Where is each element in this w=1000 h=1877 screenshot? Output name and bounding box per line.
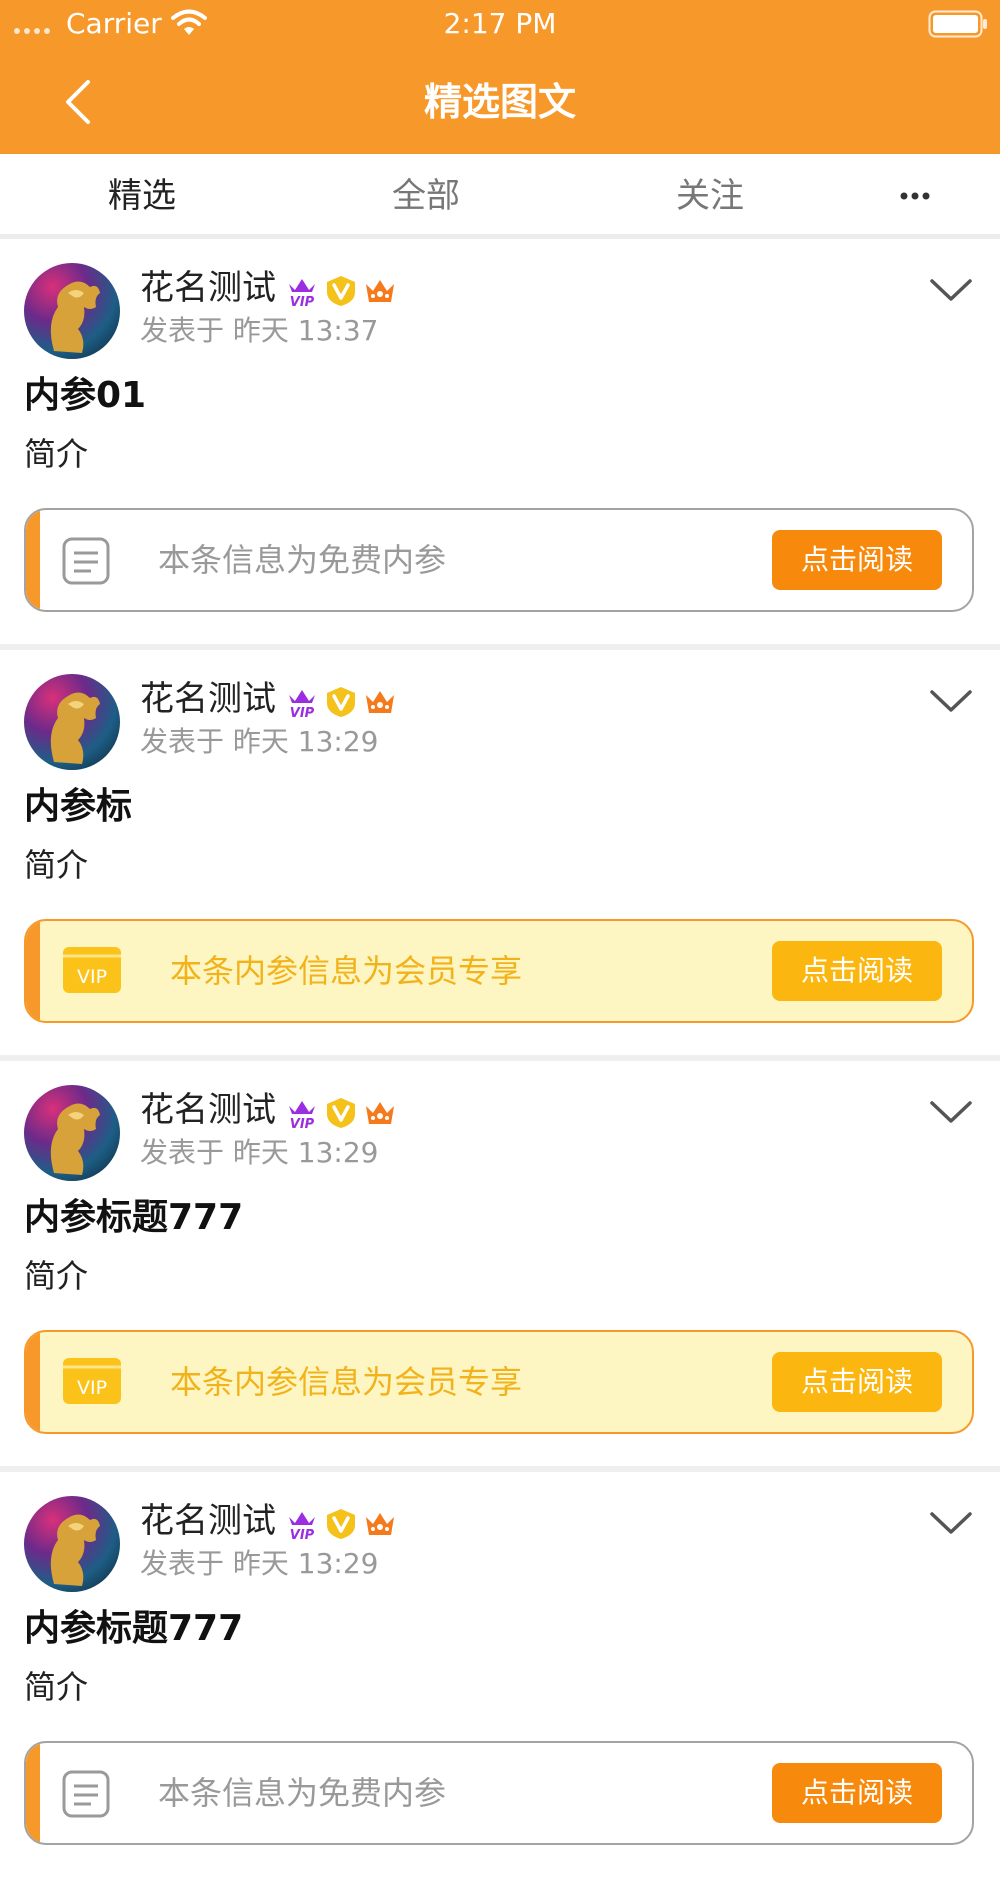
tab-bar: 精选 全部 关注	[0, 154, 1000, 239]
app-header: Carrier 2:17 PM 精选图文	[0, 0, 1000, 154]
post-summary: 简介	[24, 435, 89, 473]
vip-card-label: VIP	[77, 966, 107, 988]
author-name[interactable]: 花名测试	[140, 267, 276, 309]
page-title: 精选图文	[423, 80, 576, 124]
post-feed: 花名测试 VIP 发表于 昨天 13:37 内参01 简介 本条信息为免费内参 …	[0, 239, 1000, 1877]
avatar[interactable]	[24, 674, 120, 770]
post-card[interactable]: 花名测试 VIP 发表于 昨天 13:29 内参标题777 简介 VIP 本条内…	[0, 1055, 1000, 1466]
vip-crown-badge-icon: VIP	[289, 279, 315, 308]
svg-text:VIP: VIP	[290, 706, 315, 719]
chevron-down-icon[interactable]	[928, 1508, 974, 1538]
crown-badge-icon	[366, 280, 394, 302]
avatar[interactable]	[24, 1496, 120, 1592]
read-button[interactable]: 点击阅读	[772, 1763, 942, 1823]
v-verified-badge-icon	[327, 276, 355, 306]
badge-group: VIP	[284, 1506, 398, 1542]
free-content-box[interactable]: 本条信息为免费内参 点击阅读	[24, 1741, 974, 1845]
post-time: 发表于 昨天 13:29	[140, 725, 379, 758]
tab-featured[interactable]: 精选	[0, 154, 284, 238]
avatar[interactable]	[24, 263, 120, 359]
vip-card-icon: VIP	[63, 1358, 121, 1404]
v-verified-badge-icon	[327, 1509, 355, 1539]
chevron-down-icon[interactable]	[928, 275, 974, 305]
post-title[interactable]: 内参标题777	[24, 1606, 243, 1652]
chevron-down-icon[interactable]	[928, 686, 974, 716]
author-name[interactable]: 花名测试	[140, 1500, 276, 1542]
post-time: 发表于 昨天 13:37	[140, 314, 379, 347]
free-content-box[interactable]: 本条信息为免费内参 点击阅读	[24, 508, 974, 612]
box-accent-bar	[26, 1332, 40, 1432]
read-button[interactable]: 点击阅读	[772, 941, 942, 1001]
clock: 2:17 PM	[443, 7, 557, 40]
post-title[interactable]: 内参标题777	[24, 1195, 243, 1241]
document-icon	[62, 1770, 110, 1818]
box-accent-bar	[26, 1743, 40, 1843]
post-title[interactable]: 内参01	[24, 373, 146, 419]
svg-text:VIP: VIP	[290, 295, 315, 308]
post-card[interactable]: 花名测试 VIP 发表于 昨天 13:29 内参标题777 简介 本条信息为免费…	[0, 1466, 1000, 1877]
crown-badge-icon	[366, 691, 394, 713]
post-summary: 简介	[24, 846, 89, 884]
read-button[interactable]: 点击阅读	[772, 1352, 942, 1412]
author-name[interactable]: 花名测试	[140, 678, 276, 720]
vip-card-label: VIP	[77, 1377, 107, 1399]
vip-crown-badge-icon: VIP	[289, 1101, 315, 1130]
vip-content-box[interactable]: VIP 本条内参信息为会员专享 点击阅读	[24, 919, 974, 1023]
tab-following[interactable]: 关注	[568, 154, 852, 238]
crown-badge-icon	[366, 1513, 394, 1535]
post-card[interactable]: 花名测试 VIP 发表于 昨天 13:37 内参01 简介 本条信息为免费内参 …	[0, 239, 1000, 644]
vip-card-icon: VIP	[63, 947, 121, 993]
svg-text:VIP: VIP	[290, 1117, 315, 1130]
box-accent-bar	[26, 510, 40, 610]
status-bar: Carrier 2:17 PM	[0, 0, 1000, 48]
box-message: 本条内参信息为会员专享	[170, 1363, 523, 1401]
post-summary: 简介	[24, 1668, 89, 1706]
avatar[interactable]	[24, 1085, 120, 1181]
tab-all[interactable]: 全部	[284, 154, 568, 238]
box-message: 本条内参信息为会员专享	[170, 952, 523, 990]
badge-group: VIP	[284, 684, 398, 720]
document-icon	[62, 537, 110, 585]
vip-crown-badge-icon: VIP	[289, 690, 315, 719]
svg-text:VIP: VIP	[290, 1528, 315, 1541]
box-accent-bar	[26, 921, 40, 1021]
more-dots-icon[interactable]	[880, 174, 950, 218]
post-time: 发表于 昨天 13:29	[140, 1136, 379, 1169]
post-title[interactable]: 内参标	[24, 784, 132, 830]
vip-content-box[interactable]: VIP 本条内参信息为会员专享 点击阅读	[24, 1330, 974, 1434]
v-verified-badge-icon	[327, 687, 355, 717]
post-time: 发表于 昨天 13:29	[140, 1547, 379, 1580]
battery-icon	[928, 10, 987, 38]
vip-crown-badge-icon: VIP	[289, 1512, 315, 1541]
author-name[interactable]: 花名测试	[140, 1089, 276, 1131]
read-button[interactable]: 点击阅读	[772, 530, 942, 590]
post-card[interactable]: 花名测试 VIP 发表于 昨天 13:29 内参标 简介 VIP 本条内参信息为…	[0, 644, 1000, 1055]
crown-badge-icon	[366, 1102, 394, 1124]
chevron-down-icon[interactable]	[928, 1097, 974, 1127]
post-summary: 简介	[24, 1257, 89, 1295]
badge-group: VIP	[284, 273, 398, 309]
box-message: 本条信息为免费内参	[158, 541, 447, 579]
badge-group: VIP	[284, 1095, 398, 1131]
v-verified-badge-icon	[327, 1098, 355, 1128]
